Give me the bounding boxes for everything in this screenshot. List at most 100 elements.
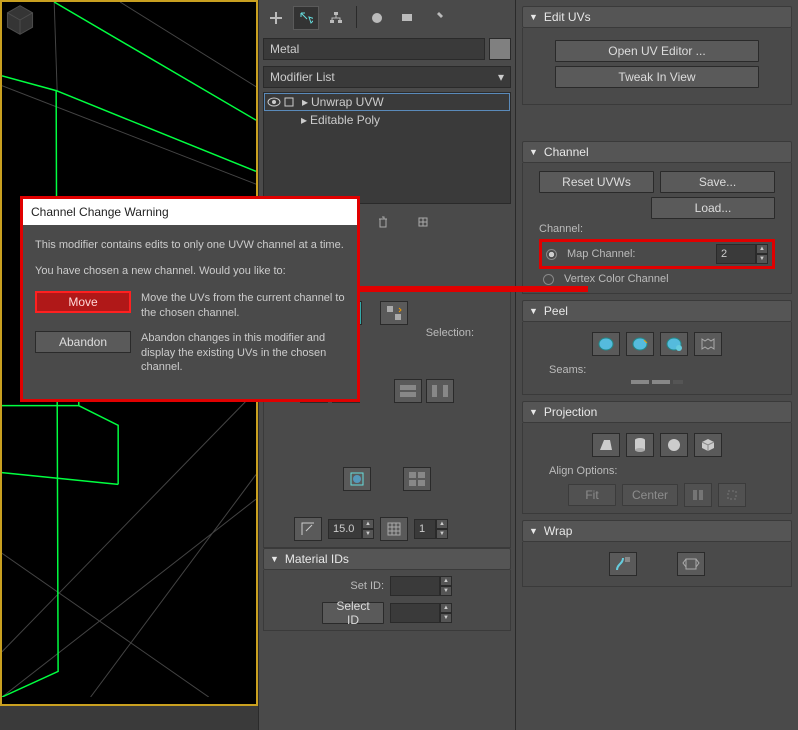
open-uv-editor-button[interactable]: Open UV Editor ... [555, 40, 759, 62]
reset-uvws-button[interactable]: Reset UVWs [539, 171, 654, 193]
abandon-button[interactable]: Abandon [35, 331, 131, 353]
rollout-title: Projection [544, 405, 597, 419]
set-id-input[interactable] [390, 576, 440, 596]
hierarchy-tab[interactable] [323, 6, 349, 30]
view-cube-icon[interactable] [2, 2, 38, 38]
smoothing-angle-spinner[interactable]: ▲▼ [328, 519, 374, 539]
chevron-down-icon: ▼ [529, 407, 538, 417]
channel-header[interactable]: ▼ Channel [522, 141, 792, 163]
planar-angle-icon[interactable] [343, 467, 371, 491]
map-channel-label: Map Channel: [567, 248, 636, 260]
vertex-color-label: Vertex Color Channel [564, 273, 669, 285]
expand-arrow-icon[interactable]: ▸ [298, 113, 310, 127]
configure-sets-icon[interactable] [409, 210, 437, 234]
dialog-line1: This modifier contains edits to only one… [35, 239, 345, 251]
modify-tab[interactable] [293, 6, 319, 30]
select-id-spinner[interactable]: ▲▼ [390, 603, 452, 623]
mat-id-icon[interactable] [403, 467, 431, 491]
align-x-icon[interactable] [684, 483, 712, 507]
dialog-line2: You have chosen a new channel. Would you… [35, 265, 345, 277]
object-color-swatch[interactable] [489, 38, 511, 60]
tweak-in-view-button[interactable]: Tweak In View [555, 66, 759, 88]
select-id-button[interactable]: Select ID [322, 602, 384, 624]
move-button[interactable]: Move [35, 291, 131, 313]
align-options-label: Align Options: [549, 465, 785, 477]
grid-value-input[interactable] [414, 519, 436, 539]
chevron-down-icon: ▾ [498, 70, 504, 84]
map-channel-highlight: Map Channel: ▲▼ [539, 239, 775, 269]
load-uvw-button[interactable]: Load... [651, 197, 775, 219]
spline-map-icon[interactable] [609, 552, 637, 576]
unfold-map-icon[interactable] [677, 552, 705, 576]
box-map-icon[interactable] [694, 433, 722, 457]
select-id-input[interactable] [390, 603, 440, 623]
channel-rollout: ▼ Channel Reset UVWs Save... Load... Cha… [522, 141, 792, 294]
chevron-down-icon: ▼ [270, 554, 279, 564]
seams-label: Seams: [549, 364, 785, 376]
wrap-header[interactable]: ▼ Wrap [522, 520, 792, 542]
move-description: Move the UVs from the current channel to… [141, 291, 345, 321]
channel-change-warning-dialog: Channel Change Warning This modifier con… [20, 196, 360, 402]
rollout-title: Peel [544, 304, 568, 318]
grid-spinner[interactable]: ▲▼ [414, 519, 448, 539]
smoothing-angle-input[interactable] [328, 519, 362, 539]
projection-rollout: ▼ Projection Align Options: Fit Center [522, 401, 792, 514]
rollout-title: Channel [544, 145, 589, 159]
center-button[interactable]: Center [622, 484, 678, 506]
vertex-color-radio[interactable] [543, 274, 554, 285]
edit-uvs-rollout: ▼ Edit UVs Open UV Editor ... Tweak In V… [522, 6, 792, 105]
modifier-name: Unwrap UVW [311, 95, 384, 109]
smoothing-group-icon[interactable] [294, 517, 322, 541]
chevron-down-icon: ▼ [529, 12, 538, 22]
ring-selection-icon[interactable] [426, 379, 454, 403]
set-id-label: Set ID: [322, 580, 384, 592]
grid-icon[interactable] [380, 517, 408, 541]
scroll-hint [529, 380, 785, 388]
material-ids-rollout: ▼ Material IDs Set ID: ▲▼ Select ID ▲▼ [263, 548, 511, 631]
map-channel-input[interactable] [716, 244, 756, 264]
chevron-down-icon: ▼ [529, 526, 538, 536]
peel-mode-icon[interactable] [626, 332, 654, 356]
peel-header[interactable]: ▼ Peel [522, 300, 792, 322]
object-name-input[interactable] [263, 38, 485, 60]
modifier-row-unwrap[interactable]: ▸ Unwrap UVW [264, 93, 510, 111]
display-tab[interactable] [394, 6, 420, 30]
save-uvw-button[interactable]: Save... [660, 171, 775, 193]
visibility-toggle-icon[interactable] [267, 96, 299, 108]
spherical-map-icon[interactable] [660, 433, 688, 457]
fit-button[interactable]: Fit [568, 484, 616, 506]
map-channel-spinner[interactable]: ▲▼ [716, 244, 768, 264]
modifier-list-dropdown[interactable]: Modifier List ▾ [263, 66, 511, 88]
quick-peel-icon[interactable] [592, 332, 620, 356]
modifier-name: Editable Poly [310, 113, 380, 127]
create-tab[interactable] [263, 6, 289, 30]
cylindrical-map-icon[interactable] [626, 433, 654, 457]
normal-align-icon[interactable] [718, 483, 746, 507]
panel-tabs [263, 6, 511, 38]
modifier-row-editable-poly[interactable]: ▸ Editable Poly [264, 111, 510, 129]
set-id-spinner[interactable]: ▲▼ [390, 576, 452, 596]
unwrap-rollouts: ▼ Edit UVs Open UV Editor ... Tweak In V… [516, 0, 798, 730]
rollout-title: Edit UVs [544, 10, 591, 24]
select-by-element-icon[interactable] [380, 301, 408, 325]
peel-reset-icon[interactable] [660, 332, 688, 356]
edit-uvs-header[interactable]: ▼ Edit UVs [522, 6, 792, 28]
loop-selection-icon[interactable] [394, 379, 422, 403]
chevron-down-icon: ▼ [529, 306, 538, 316]
utilities-tab[interactable] [424, 6, 450, 30]
annotation-connector [358, 286, 588, 292]
wrap-rollout: ▼ Wrap [522, 520, 792, 587]
rollout-title: Material IDs [285, 552, 349, 566]
channel-label: Channel: [539, 223, 775, 235]
dialog-title: Channel Change Warning [23, 199, 357, 225]
material-ids-header[interactable]: ▼ Material IDs [263, 548, 511, 570]
pelt-map-icon[interactable] [694, 332, 722, 356]
peel-rollout: ▼ Peel Seams: [522, 300, 792, 395]
delete-modifier-icon[interactable] [369, 210, 397, 234]
projection-header[interactable]: ▼ Projection [522, 401, 792, 423]
motion-tab[interactable] [364, 6, 390, 30]
modifier-stack[interactable]: ▸ Unwrap UVW ▸ Editable Poly [263, 92, 511, 204]
map-channel-radio[interactable] [546, 249, 557, 260]
expand-arrow-icon[interactable]: ▸ [299, 95, 311, 109]
planar-map-icon[interactable] [592, 433, 620, 457]
